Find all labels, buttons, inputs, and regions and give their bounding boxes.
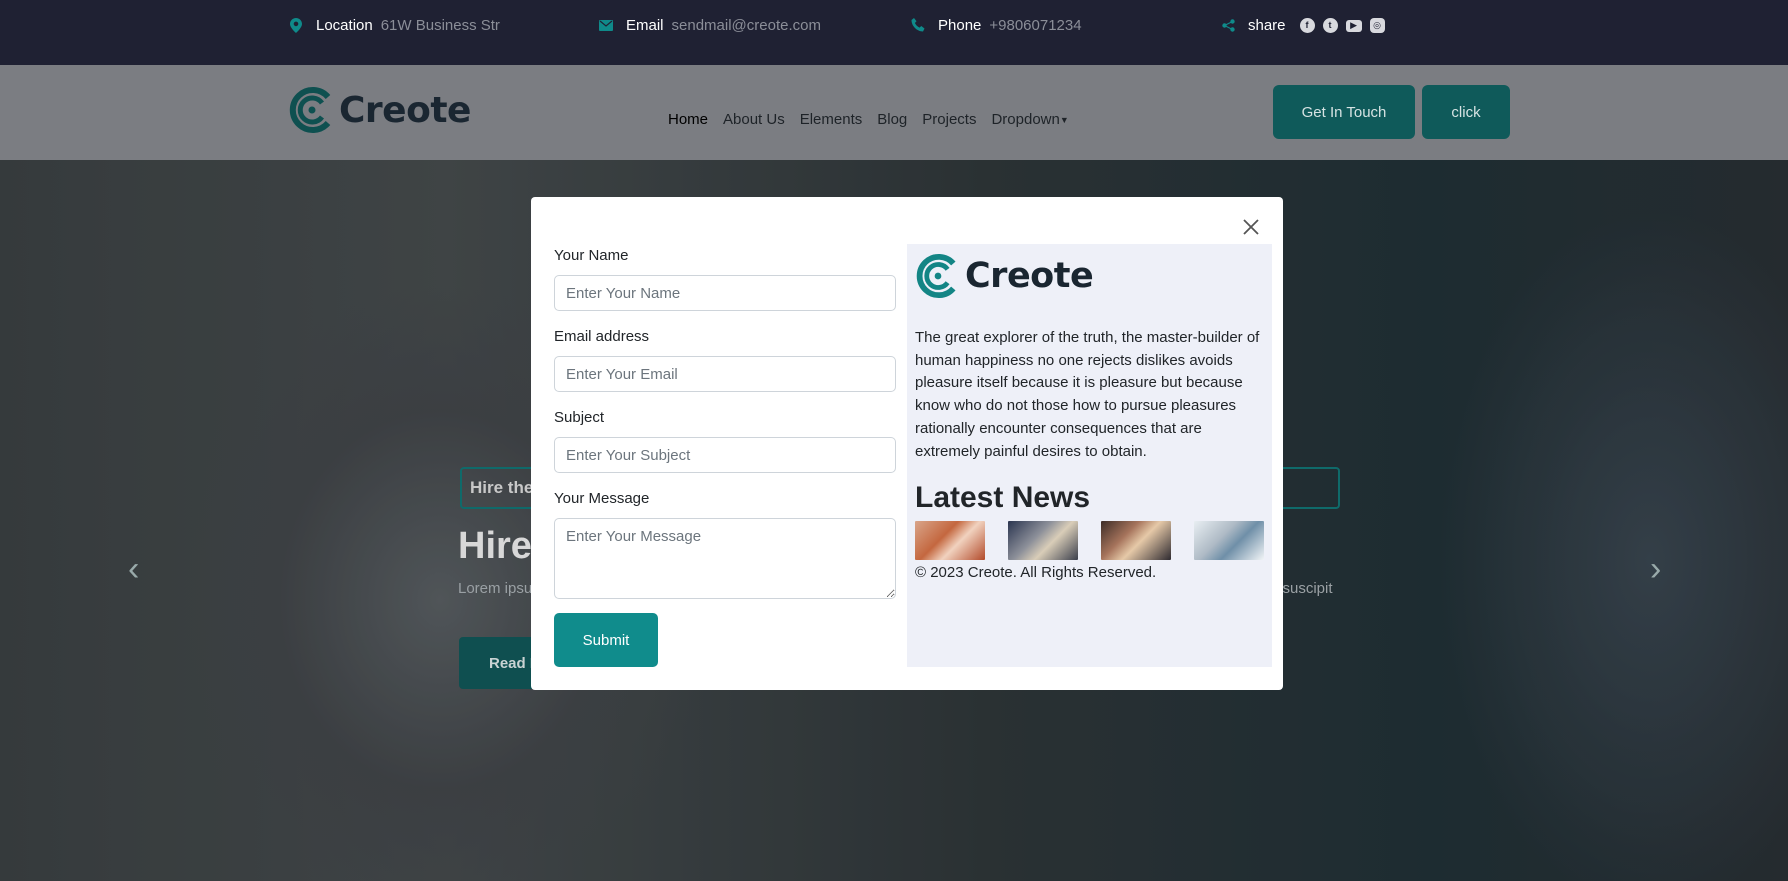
subject-input[interactable] <box>554 437 896 473</box>
subject-label: Subject <box>554 409 605 426</box>
click-button[interactable]: click <box>1422 85 1510 139</box>
site-logo[interactable]: Creote <box>288 83 471 137</box>
nav-elements[interactable]: Elements <box>800 111 863 128</box>
location-label: Location <box>316 16 373 34</box>
hero-title: Hire <box>458 525 532 567</box>
contact-form: Your Name Email address Subject Your Mes… <box>554 247 896 667</box>
twitter-icon[interactable]: t <box>1322 17 1338 33</box>
news-thumbnail[interactable] <box>1101 521 1171 560</box>
phone-icon <box>910 18 926 32</box>
name-label: Your Name <box>554 247 629 264</box>
share-label: share <box>1248 16 1286 34</box>
nav-projects[interactable]: Projects <box>922 111 976 128</box>
hero-subtitle: Lorem ipsu <box>458 580 533 597</box>
share-icon <box>1220 18 1236 32</box>
news-thumbnail[interactable] <box>1194 521 1264 560</box>
creote-logo-icon <box>289 87 331 133</box>
envelope-icon <box>598 19 614 31</box>
phone-label: Phone <box>938 16 982 34</box>
contact-modal: Your Name Email address Subject Your Mes… <box>531 197 1283 690</box>
side-logo: Creote <box>915 250 1094 302</box>
location-pin-icon <box>288 17 304 33</box>
logo-text: Creote <box>339 89 471 131</box>
email-input[interactable] <box>554 356 896 392</box>
news-thumbnail[interactable] <box>1008 521 1078 560</box>
email-value[interactable]: sendmail@creote.com <box>672 17 821 34</box>
copyright-text: © 2023 Creote. All Rights Reserved. <box>915 564 1157 581</box>
email-label-field: Email address <box>554 328 650 345</box>
phone-value[interactable]: +9806071234 <box>989 17 1081 34</box>
side-description: The great explorer of the truth, the mas… <box>915 329 1260 460</box>
message-label: Your Message <box>554 490 650 507</box>
nav-about-us[interactable]: About Us <box>723 111 785 128</box>
close-icon[interactable] <box>1239 215 1263 239</box>
submit-button[interactable]: Submit <box>554 613 658 667</box>
get-in-touch-button[interactable]: Get In Touch <box>1273 85 1415 139</box>
side-logo-text: Creote <box>965 256 1094 296</box>
nav-home[interactable]: Home <box>668 111 708 128</box>
nav-dropdown-label: Dropdown <box>991 111 1060 128</box>
social-links: f t ▶ ◎ <box>1299 17 1385 33</box>
youtube-icon[interactable]: ▶ <box>1345 19 1362 32</box>
name-input[interactable] <box>554 275 896 311</box>
instagram-icon[interactable]: ◎ <box>1369 17 1385 33</box>
caret-down-icon: ▼ <box>1059 115 1069 126</box>
top-info-bar: Location 61W Business Str Email sendmail… <box>0 0 1788 65</box>
main-nav: Home About Us Elements Blog Projects Dro… <box>668 111 1069 128</box>
nav-blog[interactable]: Blog <box>877 111 907 128</box>
email-info: Email sendmail@creote.com <box>598 14 821 36</box>
latest-news-heading: Latest News <box>915 481 1091 514</box>
message-textarea[interactable] <box>554 518 896 599</box>
email-label: Email <box>626 16 664 34</box>
site-header: Creote Home About Us Elements Blog Proje… <box>0 65 1788 160</box>
location-value: 61W Business Str <box>380 16 500 34</box>
phone-info: Phone +9806071234 <box>910 14 1082 36</box>
chevron-left-icon[interactable]: ‹ <box>128 550 139 589</box>
nav-dropdown[interactable]: Dropdown▼ <box>991 111 1068 128</box>
modal-side-panel: Creote The great explorer of the truth, … <box>907 244 1272 667</box>
location-info: Location 61W Business Str <box>288 14 500 36</box>
news-thumbnail[interactable] <box>915 521 985 560</box>
chevron-right-icon[interactable]: › <box>1650 550 1661 589</box>
facebook-icon[interactable]: f <box>1299 17 1315 33</box>
news-thumbnails <box>915 521 1264 560</box>
creote-logo-icon <box>916 254 956 298</box>
share-info: share f t ▶ ◎ <box>1220 14 1385 36</box>
